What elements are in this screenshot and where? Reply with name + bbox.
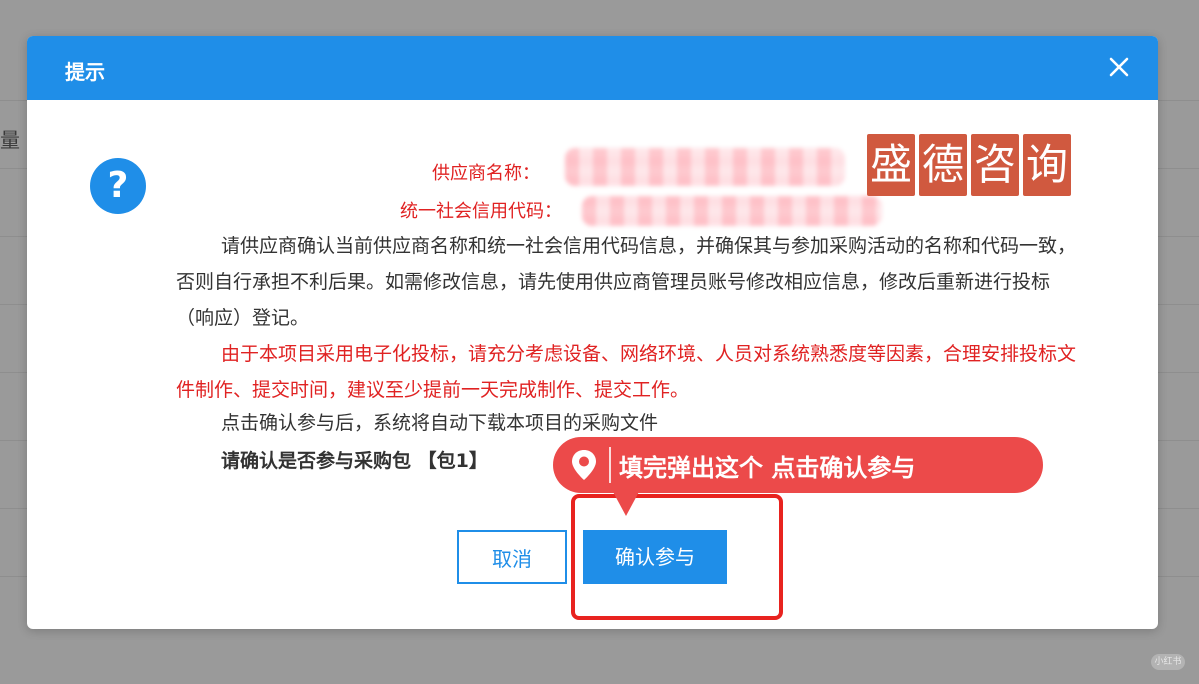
- supplier-name-label: 供应商名称：: [432, 163, 540, 184]
- confirm-question: 请确认是否参与采购包 【包1】: [221, 450, 488, 472]
- watermark: 小红书: [1151, 654, 1185, 670]
- annotation-callout: 填完弹出这个 点击确认参与: [553, 437, 1043, 493]
- cancel-button[interactable]: 取消: [457, 530, 567, 584]
- credit-code-label: 统一社会信用代码：: [400, 201, 562, 222]
- redacted-credit-code: [582, 196, 882, 226]
- stamp-logo: 盛 德 咨 询: [867, 134, 1071, 196]
- redacted-supplier-name: [565, 148, 845, 186]
- dialog-title: 提示: [65, 60, 105, 84]
- confirm-info-paragraph: 请供应商确认当前供应商名称和统一社会信用代码信息，并确保其与参加采购活动的名称和…: [176, 235, 1077, 329]
- question-icon: ?: [90, 158, 146, 214]
- stamp-char: 盛: [867, 134, 915, 196]
- callout-divider: [609, 447, 611, 483]
- close-icon[interactable]: [1104, 52, 1134, 82]
- stamp-char: 德: [919, 134, 967, 196]
- callout-tail: [612, 490, 640, 516]
- electronic-bid-warning: 由于本项目采用电子化投标，请充分考虑设备、网络环境、人员对系统熟悉度等因素，合理…: [176, 343, 1077, 401]
- location-pin-icon: [569, 449, 599, 481]
- stamp-char: 询: [1023, 134, 1071, 196]
- annotation-highlight-box: [571, 494, 783, 620]
- dialog-header: 提示: [27, 36, 1158, 100]
- bg-column-glyph: 量: [0, 128, 20, 152]
- stamp-char: 咨: [971, 134, 1019, 196]
- auto-download-note: 点击确认参与后，系统将自动下载本项目的采购文件: [221, 412, 659, 434]
- callout-text: 填完弹出这个 点击确认参与: [619, 454, 916, 482]
